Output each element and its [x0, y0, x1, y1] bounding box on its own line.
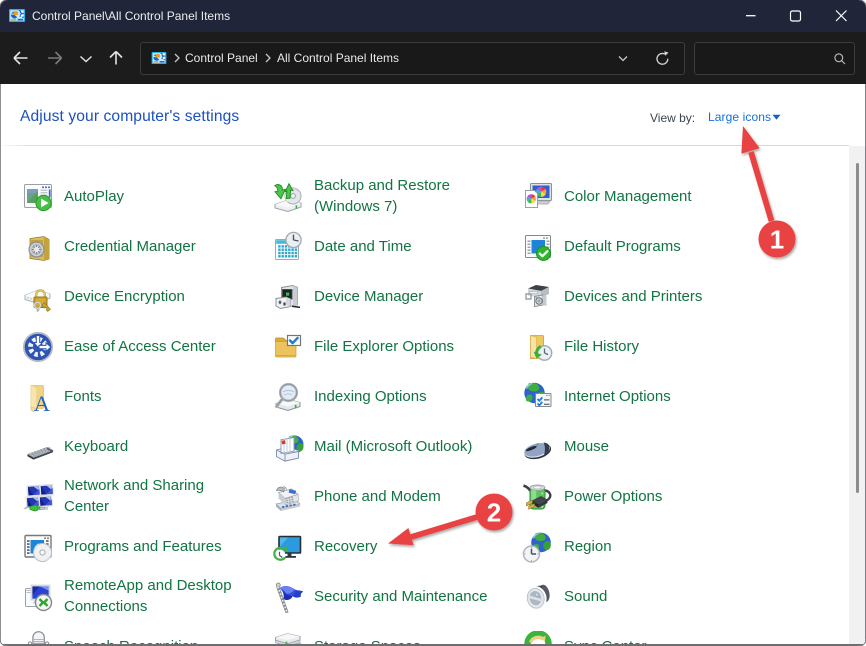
svg-text:A: A	[34, 391, 51, 413]
